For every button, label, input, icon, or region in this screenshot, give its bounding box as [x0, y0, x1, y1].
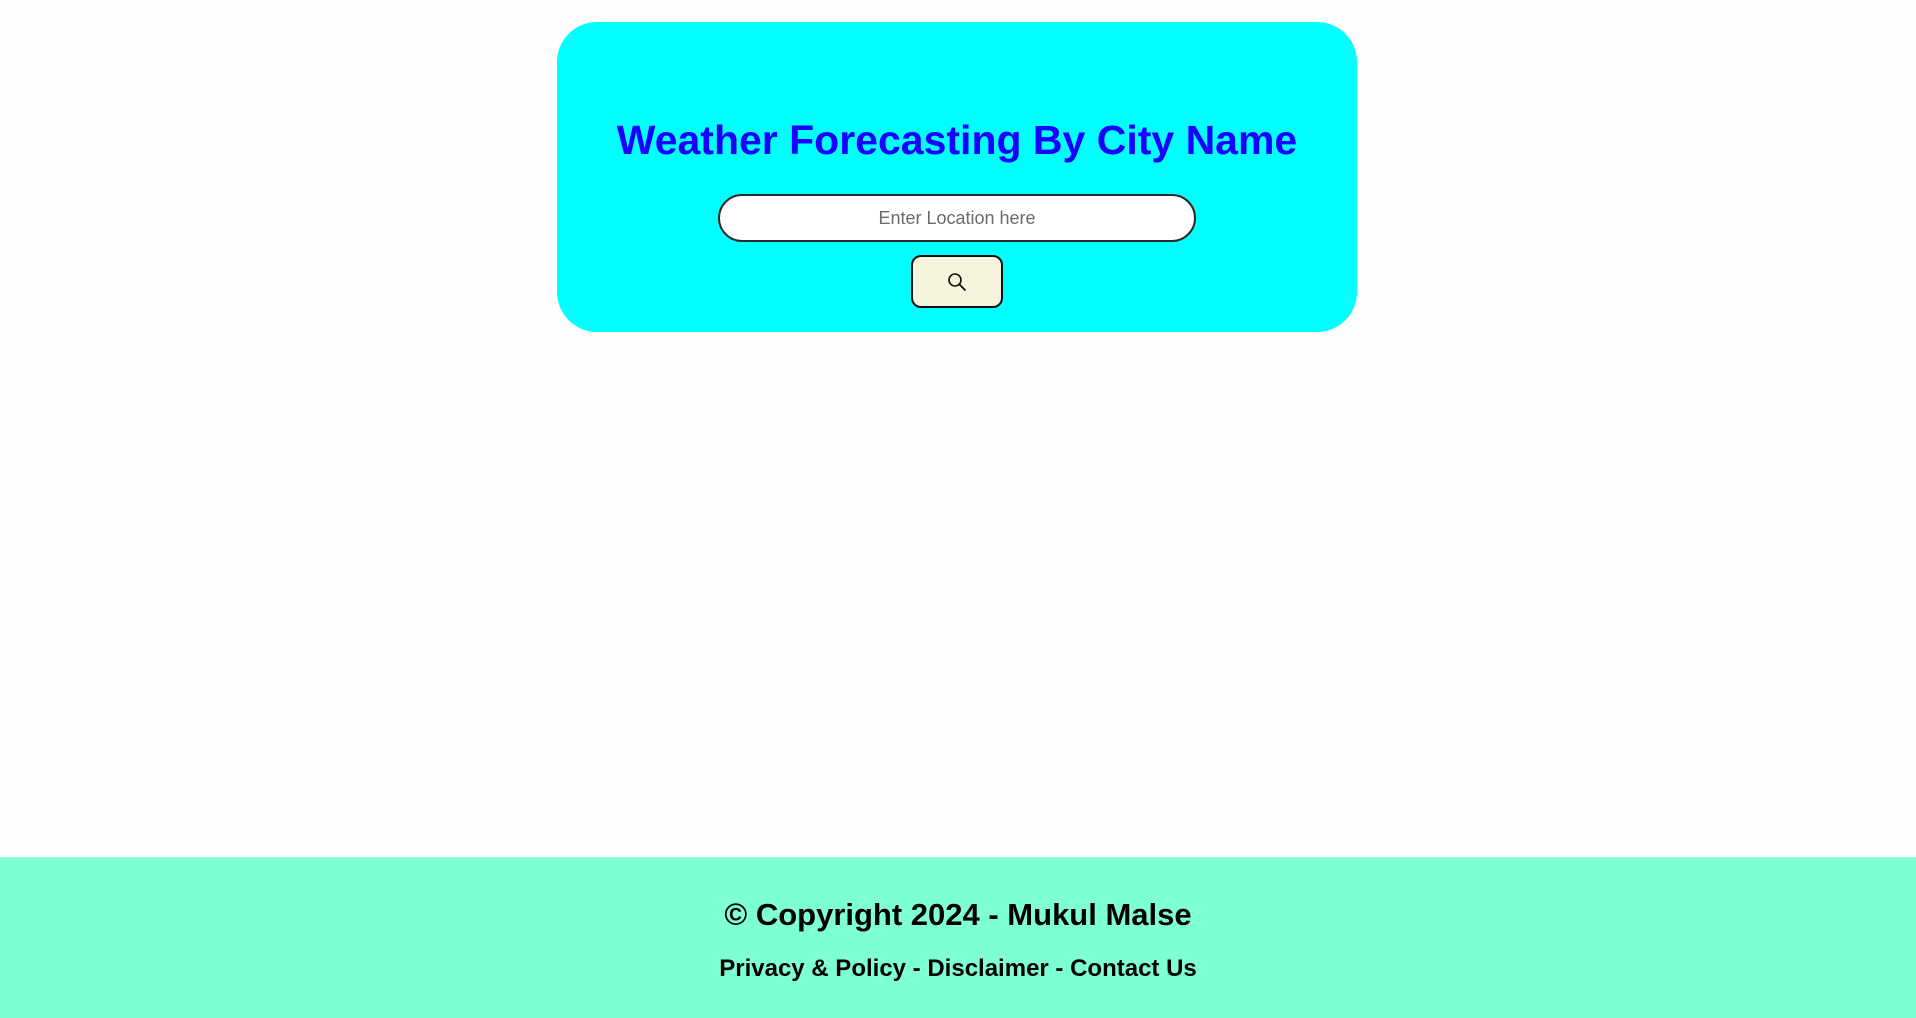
footer-links: Privacy & Policy - Disclaimer - Contact … — [0, 954, 1916, 984]
site-footer: © Copyright 2024 - Mukul Malse Privacy &… — [0, 857, 1916, 1018]
disclaimer-link[interactable]: Disclaimer — [927, 955, 1048, 982]
privacy-policy-link[interactable]: Privacy & Policy — [719, 955, 906, 982]
page-title: Weather Forecasting By City Name — [616, 117, 1298, 163]
weather-search-card: Weather Forecasting By City Name — [557, 22, 1357, 332]
location-search-input[interactable] — [718, 194, 1196, 242]
copyright-text: © Copyright 2024 - Mukul Malse — [724, 897, 1192, 932]
search-icon — [948, 272, 966, 291]
link-separator: - — [906, 955, 928, 982]
page: Weather Forecasting By City Name © Copyr… — [0, 0, 1916, 1018]
search-button[interactable] — [911, 255, 1003, 308]
contact-us-link[interactable]: Contact Us — [1070, 955, 1197, 982]
link-separator: - — [1048, 955, 1071, 982]
